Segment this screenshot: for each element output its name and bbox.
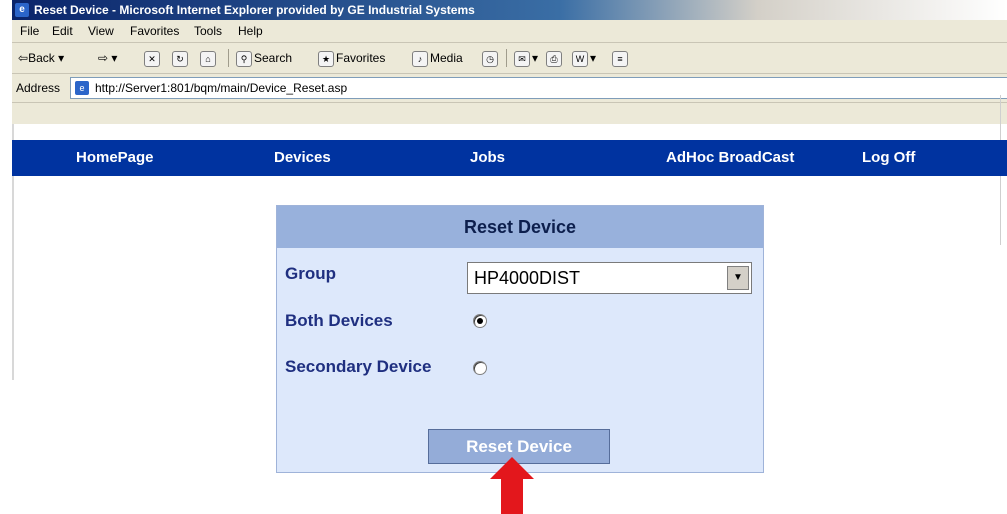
menu-bar: File Edit View Favorites Tools Help [12, 20, 1007, 43]
search-button[interactable]: ⚲ Search [236, 43, 292, 73]
menu-view[interactable]: View [88, 20, 114, 42]
red-arrow-shaft [501, 478, 523, 514]
secondary-device-label: Secondary Device [285, 357, 432, 376]
group-label: Group [285, 264, 336, 283]
media-button[interactable]: ♪ Media [412, 43, 463, 73]
nav-jobs[interactable]: Jobs [470, 140, 505, 176]
reset-device-panel: Reset Device Group HP4000DIST ▼ Both Dev… [276, 205, 764, 473]
back-arrow-icon: ⇦ [18, 51, 29, 65]
address-bar: Address e http://Server1:801/bqm/main/De… [12, 74, 1007, 103]
history-icon: ◷ [482, 50, 498, 67]
menu-favorites[interactable]: Favorites [130, 20, 179, 42]
secondary-device-radio[interactable] [473, 361, 487, 375]
menu-file[interactable]: File [20, 20, 39, 42]
browser-chrome: File Edit View Favorites Tools Help ⇦Bac… [12, 20, 1007, 124]
refresh-icon: ↻ [172, 50, 188, 67]
print-button[interactable]: ⎙ [546, 43, 564, 73]
both-devices-label: Both Devices [285, 311, 393, 330]
print-icon: ⎙ [546, 50, 562, 67]
refresh-button[interactable]: ↻ [172, 43, 190, 73]
nav-log-off[interactable]: Log Off [862, 140, 915, 176]
address-label: Address [16, 81, 61, 95]
edit-button[interactable]: W ▾ [572, 43, 596, 73]
ie-logo-icon: e [15, 3, 29, 17]
group-select-value: HP4000DIST [474, 268, 581, 288]
nav-homepage[interactable]: HomePage [76, 140, 154, 176]
home-icon: ⌂ [200, 50, 216, 67]
history-button[interactable]: ◷ [482, 43, 500, 73]
group-select[interactable]: HP4000DIST ▼ [467, 262, 752, 294]
home-button[interactable]: ⌂ [200, 43, 218, 73]
favorites-icon: ★ [318, 50, 334, 67]
nav-adhoc-broadcast[interactable]: AdHoc BroadCast [666, 140, 794, 176]
forward-button[interactable]: ⇨ ▾ [98, 43, 117, 73]
back-button[interactable]: ⇦Back ▾ [18, 43, 64, 73]
red-arrow-icon [490, 457, 534, 479]
both-devices-radio[interactable] [473, 314, 487, 328]
nav-bar: HomePage Devices Jobs AdHoc BroadCast Lo… [12, 140, 1007, 176]
mail-button[interactable]: ✉ ▾ [514, 43, 538, 73]
chevron-down-icon[interactable]: ▼ [727, 266, 749, 290]
stop-button[interactable]: ✕ [144, 43, 162, 73]
window-title-bar: e Reset Device - Microsoft Internet Expl… [12, 0, 1007, 20]
page-icon: e [75, 81, 89, 95]
window-title: Reset Device - Microsoft Internet Explor… [34, 3, 475, 17]
media-icon: ♪ [412, 50, 428, 67]
forward-arrow-icon: ⇨ [98, 51, 109, 65]
menu-tools[interactable]: Tools [194, 20, 222, 42]
toolbar: ⇦Back ▾ ⇨ ▾ ✕ ↻ ⌂ ⚲ Search ★ Favorites ♪ Me… [12, 43, 1007, 74]
nav-devices[interactable]: Devices [274, 140, 331, 176]
discuss-icon: ≡ [612, 50, 628, 67]
discuss-button[interactable]: ≡ [612, 43, 630, 73]
panel-title: Reset Device [277, 206, 763, 248]
address-url: http://Server1:801/bqm/main/Device_Reset… [95, 81, 348, 95]
stop-icon: ✕ [144, 50, 160, 67]
address-input[interactable]: e http://Server1:801/bqm/main/Device_Res… [70, 77, 1007, 99]
mail-icon: ✉ [514, 50, 530, 67]
word-icon: W [572, 50, 588, 67]
search-icon: ⚲ [236, 50, 252, 67]
menu-help[interactable]: Help [238, 20, 263, 42]
favorites-button[interactable]: ★ Favorites [318, 43, 385, 73]
menu-edit[interactable]: Edit [52, 20, 73, 42]
